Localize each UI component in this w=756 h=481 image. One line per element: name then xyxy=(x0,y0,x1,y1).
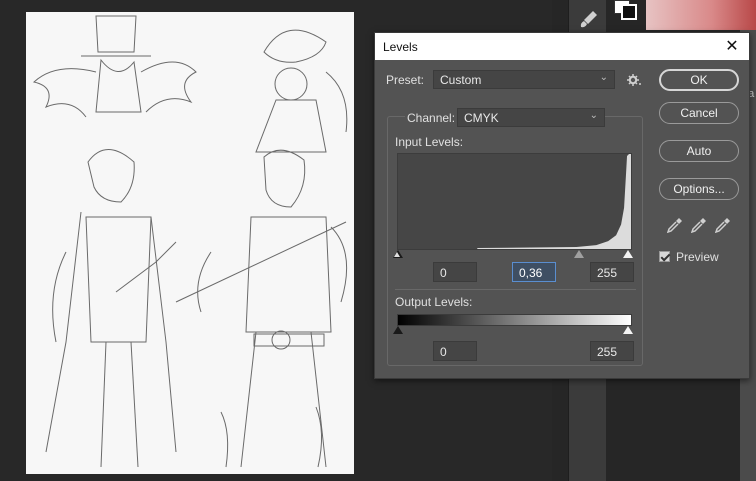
input-levels-label: Input Levels: xyxy=(395,135,464,149)
cancel-button[interactable]: Cancel xyxy=(659,102,739,124)
output-black-handle[interactable] xyxy=(393,326,403,334)
output-levels-label: Output Levels: xyxy=(395,295,473,309)
channel-value: CMYK xyxy=(464,111,499,125)
close-icon[interactable]: ✕ xyxy=(721,36,743,58)
color-picker-field[interactable] xyxy=(646,0,756,30)
input-white-field[interactable]: 255 xyxy=(590,262,634,282)
document-canvas[interactable] xyxy=(26,12,354,474)
output-slider[interactable] xyxy=(393,326,633,336)
line-art-illustration xyxy=(32,15,348,468)
gear-icon[interactable] xyxy=(627,73,641,87)
channel-select[interactable]: CMYK ⌄ xyxy=(457,108,605,127)
output-white-field[interactable]: 255 xyxy=(590,341,634,361)
output-gradient xyxy=(397,314,632,326)
input-gamma-field[interactable]: 0,36 xyxy=(512,262,556,282)
channel-label: Channel: xyxy=(405,111,458,125)
black-eyedropper-icon[interactable] xyxy=(667,217,683,233)
dialog-title-bar[interactable]: Levels ✕ xyxy=(375,33,749,60)
histogram xyxy=(397,153,632,250)
input-slider[interactable] xyxy=(393,250,633,260)
chevron-down-icon: ⌄ xyxy=(589,110,598,121)
chevron-down-icon: ⌄ xyxy=(599,72,608,83)
background-color-swatch[interactable] xyxy=(621,4,637,20)
preset-label: Preset: xyxy=(386,73,425,87)
input-gamma-handle[interactable] xyxy=(574,250,584,258)
options-button[interactable]: Options... xyxy=(659,178,739,200)
auto-button[interactable]: Auto xyxy=(659,140,739,162)
levels-dialog: Levels ✕ Preset: Custom ⌄ Channel: CMYK … xyxy=(374,32,750,379)
input-white-handle[interactable] xyxy=(623,250,633,258)
gray-eyedropper-icon[interactable] xyxy=(691,217,707,233)
divider xyxy=(395,289,636,290)
output-black-field[interactable]: 0 xyxy=(433,341,477,361)
input-black-field[interactable]: 0 xyxy=(433,262,477,282)
output-white-handle[interactable] xyxy=(623,326,633,334)
preset-value: Custom xyxy=(440,73,482,87)
preview-checkbox[interactable] xyxy=(659,251,670,262)
ok-button[interactable]: OK xyxy=(659,69,739,91)
preview-label: Preview xyxy=(676,250,719,264)
preset-select[interactable]: Custom ⌄ xyxy=(433,70,615,89)
color-swatches[interactable] xyxy=(612,0,642,30)
white-eyedropper-icon[interactable] xyxy=(715,217,731,233)
dialog-title: Levels xyxy=(383,40,418,54)
brush-icon[interactable] xyxy=(578,8,600,30)
